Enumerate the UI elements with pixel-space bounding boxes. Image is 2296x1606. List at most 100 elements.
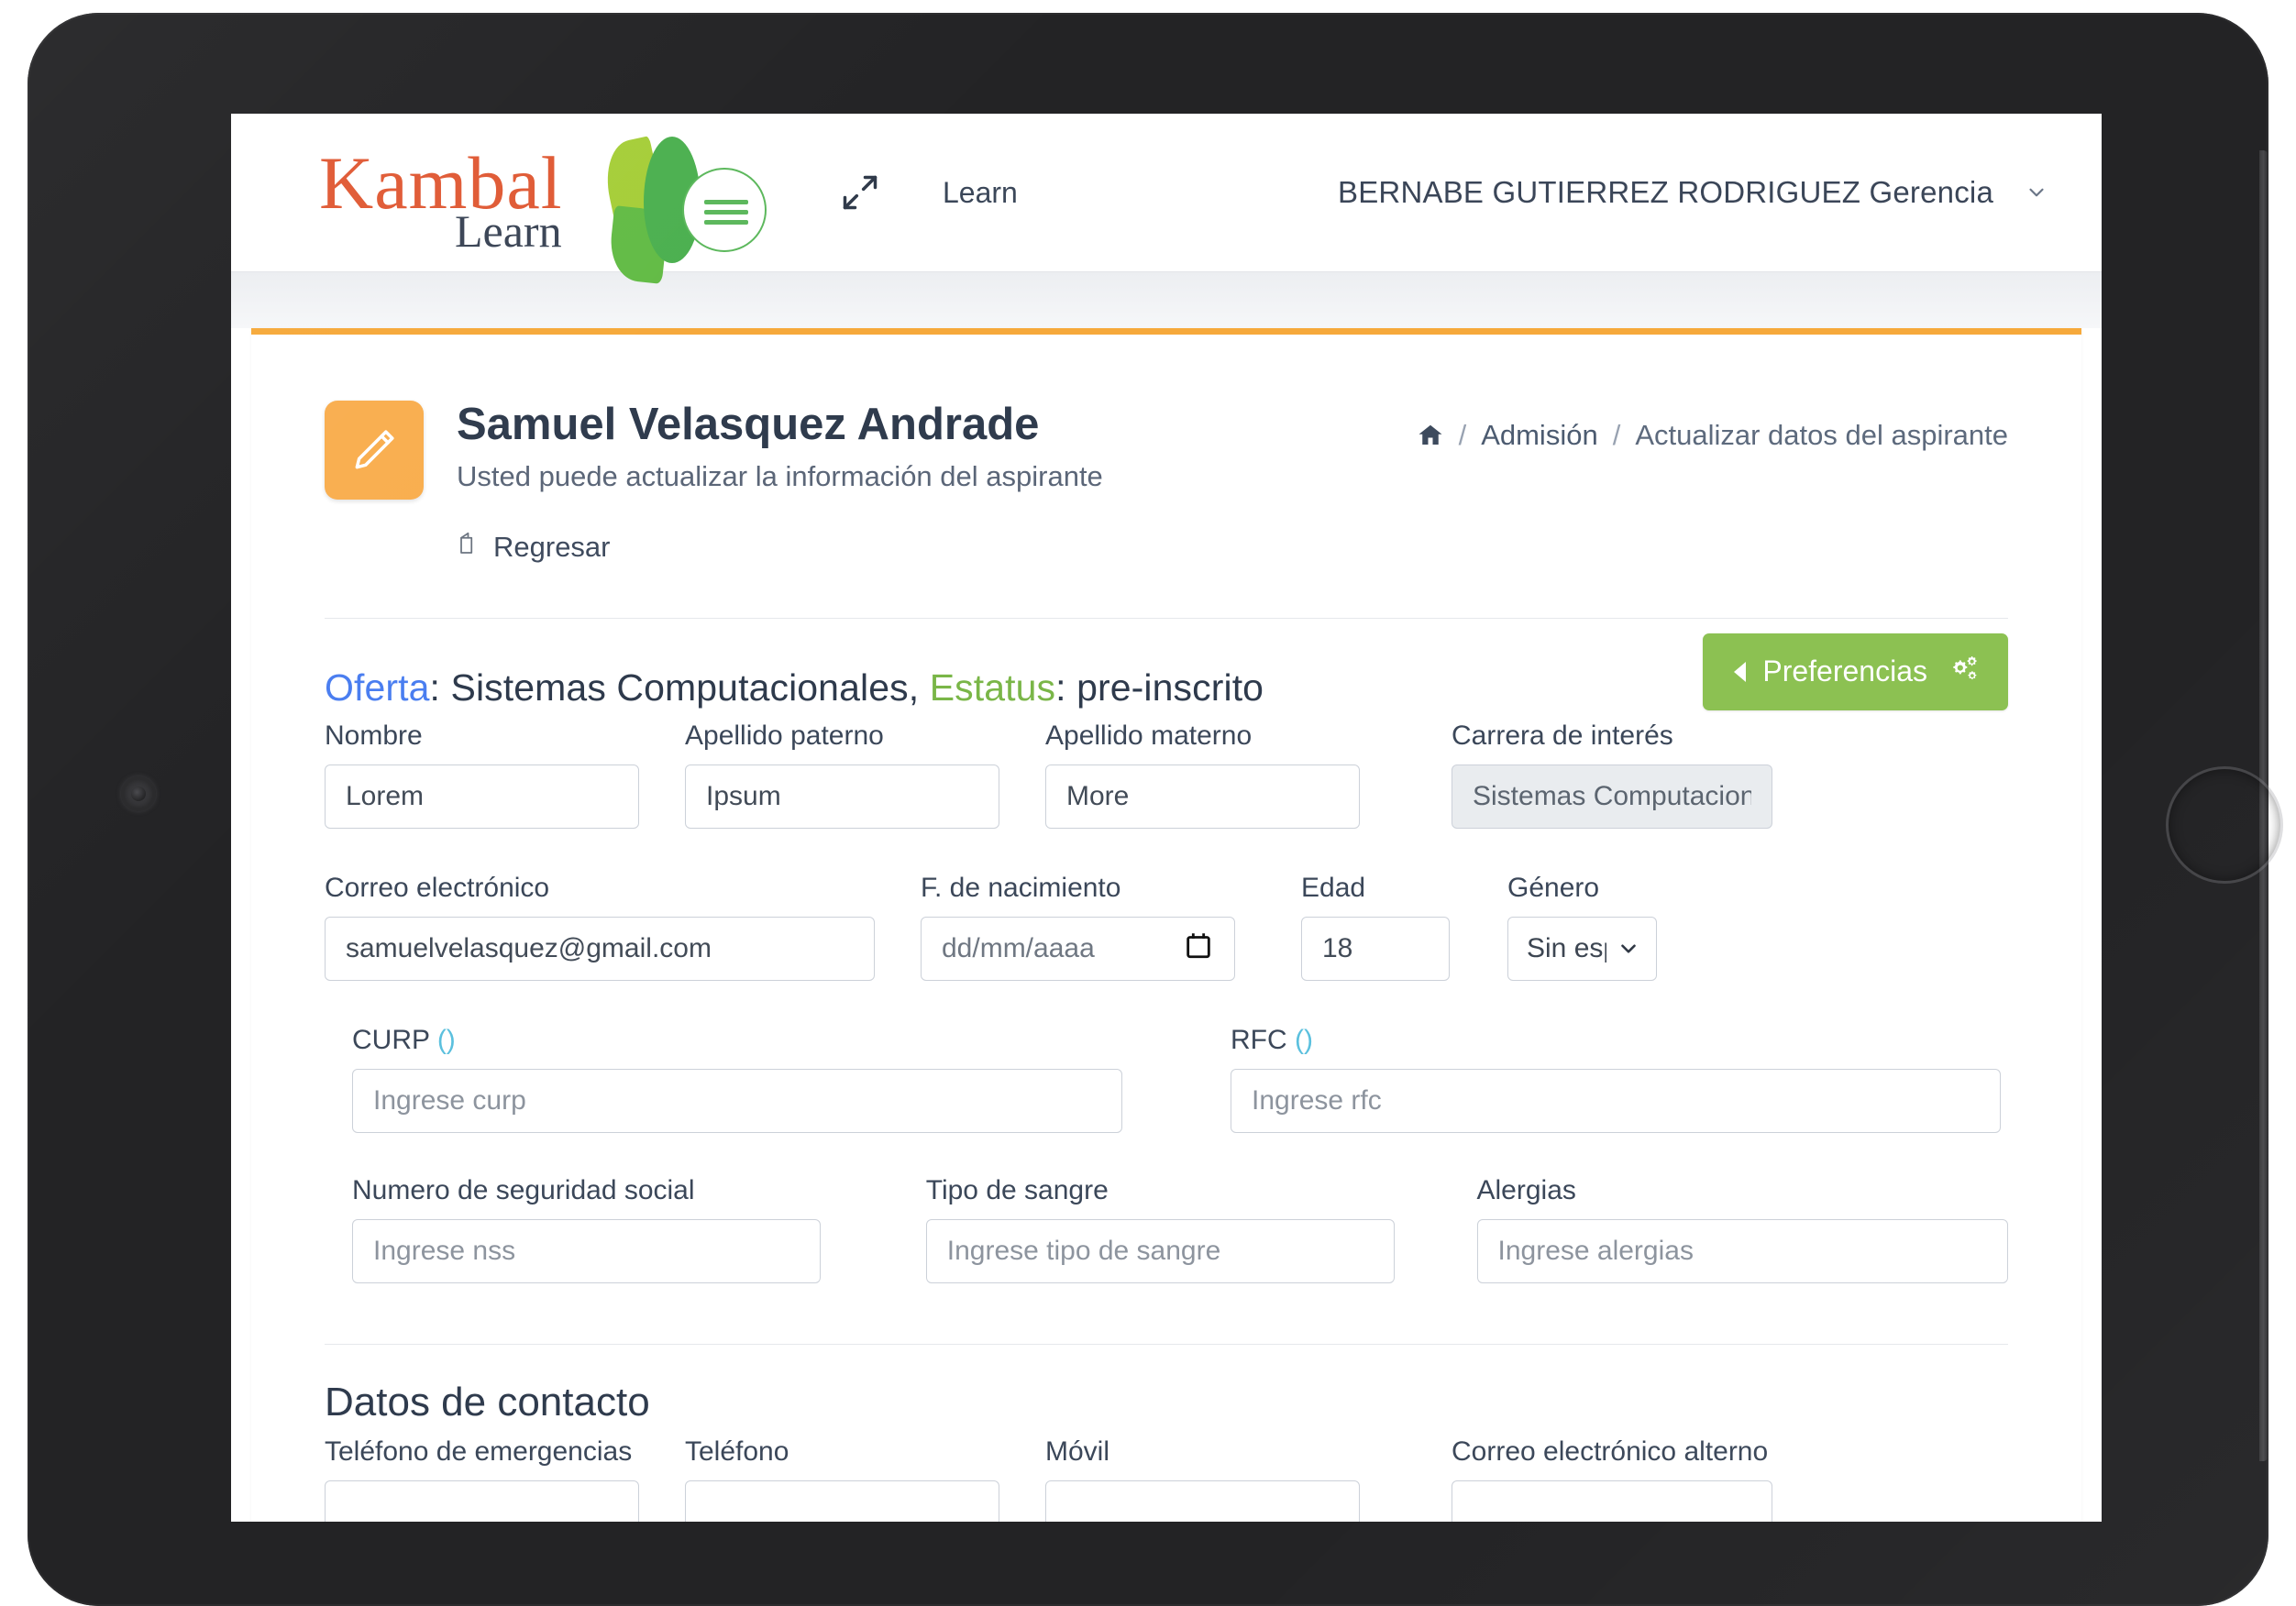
label-telefono: Teléfono — [685, 1436, 789, 1467]
label-rfc-paren: () — [1295, 1024, 1313, 1055]
page-header-left: Samuel Velasquez Andrade Usted puede act… — [325, 401, 1103, 565]
back-link[interactable]: Regresar — [457, 530, 611, 565]
form-row-names: Nombre Apellido paterno Apellido materno… — [325, 720, 2008, 829]
field-alergias: Alergias — [1476, 1174, 2008, 1283]
breadcrumb-separator: / — [1458, 419, 1467, 451]
cogs-icon — [1944, 654, 1977, 690]
hamburger-circle-icon — [682, 168, 767, 252]
field-tipo-sangre: Tipo de sangre — [925, 1174, 1395, 1283]
content-card: Samuel Velasquez Andrade Usted puede act… — [251, 328, 2081, 1522]
back-arrow-icon — [457, 530, 484, 565]
caret-left-icon — [1734, 661, 1747, 682]
label-apellido-paterno: Apellido paterno — [685, 720, 884, 751]
brand-wordmark: Kambal Learn — [319, 124, 594, 261]
breadcrumb-item-current: Actualizar datos del aspirante — [1635, 419, 2008, 451]
form-row-personal: Correo electrónico F. de nacimiento dd/m… — [325, 873, 2008, 981]
oferta-label: Oferta — [325, 666, 430, 709]
field-movil: Móvil — [1045, 1436, 1360, 1522]
form-row-medical: Numero de seguridad social Tipo de sangr… — [325, 1175, 2008, 1283]
label-correo-alterno: Correo electrónico alterno — [1452, 1436, 1769, 1467]
label-carrera-interes: Carrera de interés — [1452, 720, 1673, 751]
curp-input[interactable] — [352, 1068, 1122, 1133]
label-nss: Numero de seguridad social — [352, 1174, 695, 1205]
label-movil: Móvil — [1045, 1436, 1110, 1467]
rfc-input[interactable] — [1231, 1068, 2001, 1133]
label-rfc: RFC () — [1231, 1025, 2001, 1056]
label-curp-paren: () — [436, 1024, 456, 1055]
telefono-emergencias-input[interactable] — [325, 1480, 639, 1522]
form-row-ids: CURP () RFC () — [325, 1025, 2008, 1133]
field-nss: Numero de seguridad social — [352, 1175, 821, 1283]
field-fecha-nacimiento: F. de nacimiento dd/mm/aaaa — [921, 873, 1235, 981]
page-header-text: Samuel Velasquez Andrade Usted puede act… — [457, 401, 1103, 565]
field-correo-electronico: Correo electrónico — [325, 873, 875, 981]
user-menu-label: BERNABE GUTIERREZ RODRIGUEZ Gerencia — [1338, 175, 1993, 209]
leaf-logo-icon — [587, 124, 767, 284]
field-apellido-materno: Apellido materno — [1045, 720, 1360, 829]
carrera-interes-input — [1452, 764, 1772, 829]
fecha-nacimiento-input[interactable]: dd/mm/aaaa — [921, 916, 1235, 981]
label-telefono-emergencias: Teléfono de emergencias — [325, 1436, 633, 1467]
label-curp: CURP () — [352, 1025, 1122, 1056]
label-correo-electronico: Correo electrónico — [325, 872, 550, 903]
apellido-paterno-input[interactable] — [685, 764, 999, 829]
apellido-materno-input[interactable] — [1045, 764, 1360, 829]
field-apellido-paterno: Apellido paterno — [685, 720, 999, 829]
telefono-input[interactable] — [685, 1480, 999, 1522]
field-genero: Género Sin especificar — [1507, 873, 1657, 981]
movil-input[interactable] — [1045, 1480, 1360, 1522]
breadcrumb-separator: / — [1612, 419, 1621, 451]
field-carrera-interes: Carrera de interés — [1452, 720, 1772, 829]
sub-header-band — [231, 271, 2102, 328]
expand-arrows-icon[interactable] — [840, 172, 880, 213]
form-row-contact: Teléfono de emergencias Teléfono Móvil C… — [325, 1436, 2008, 1522]
home-icon[interactable] — [1417, 422, 1444, 449]
back-link-label: Regresar — [493, 530, 611, 563]
brand-name-secondary: Learn — [455, 205, 562, 257]
contact-section-title: Datos de contacto — [325, 1379, 650, 1424]
page-header: Samuel Velasquez Andrade Usted puede act… — [325, 335, 2008, 565]
label-tipo-sangre: Tipo de sangre — [925, 1174, 1109, 1205]
genero-select[interactable]: Sin especificar — [1507, 916, 1657, 981]
label-apellido-materno: Apellido materno — [1045, 720, 1253, 751]
tipo-sangre-input[interactable] — [925, 1218, 1395, 1283]
aspirant-form: Preferencias Oferta: Sistemas Computacio… — [325, 619, 2008, 1522]
brand-logo[interactable]: Kambal Learn — [319, 124, 767, 284]
preferencias-button-label: Preferencias — [1762, 654, 1927, 688]
label-rfc-text: RFC — [1231, 1024, 1295, 1055]
alergias-input[interactable] — [1476, 1218, 2008, 1283]
nav-link-learn[interactable]: Learn — [943, 176, 1018, 210]
page-title: Samuel Velasquez Andrade — [457, 400, 1040, 449]
label-fecha-nacimiento: F. de nacimiento — [921, 872, 1121, 903]
fecha-nacimiento-placeholder: dd/mm/aaaa — [942, 932, 1095, 963]
nss-input[interactable] — [352, 1218, 821, 1283]
top-navbar: Kambal Learn Learn BERNABE GUTIERREZ ROD… — [231, 114, 2102, 284]
oferta-value: Sistemas Computacionales, — [450, 666, 930, 709]
field-correo-alterno: Correo electrónico alterno — [1452, 1436, 1772, 1522]
field-telefono: Teléfono — [685, 1436, 999, 1522]
field-curp: CURP () — [352, 1025, 1122, 1133]
label-nombre: Nombre — [325, 720, 423, 751]
page-subtitle: Usted puede actualizar la información de… — [457, 459, 1103, 492]
edad-input[interactable] — [1301, 916, 1450, 981]
correo-alterno-input[interactable] — [1452, 1480, 1772, 1522]
nombre-input[interactable] — [325, 764, 639, 829]
label-curp-text: CURP — [352, 1024, 437, 1055]
label-alergias: Alergias — [1476, 1174, 1576, 1205]
device-home-button[interactable] — [2166, 766, 2283, 884]
oferta-sep: : — [429, 666, 451, 709]
field-rfc: RFC () — [1231, 1025, 2001, 1133]
user-menu[interactable]: BERNABE GUTIERREZ RODRIGUEZ Gerencia — [1338, 175, 2048, 210]
field-nombre: Nombre — [325, 720, 639, 829]
breadcrumb: / Admisión / Actualizar datos del aspira… — [1417, 401, 2008, 452]
calendar-icon[interactable] — [1183, 930, 1214, 968]
tablet-device-frame: Kambal Learn Learn BERNABE GUTIERREZ ROD… — [28, 13, 2283, 1606]
genero-select-wrapper: Sin especificar — [1507, 916, 1657, 981]
correo-electronico-input[interactable] — [325, 916, 875, 981]
breadcrumb-item-admision[interactable]: Admisión — [1481, 419, 1598, 452]
label-edad: Edad — [1301, 872, 1366, 903]
estatus-label: Estatus — [929, 666, 1056, 709]
field-edad: Edad — [1301, 873, 1450, 981]
preferencias-button[interactable]: Preferencias — [1703, 632, 2008, 710]
chevron-down-icon — [2025, 181, 2048, 204]
